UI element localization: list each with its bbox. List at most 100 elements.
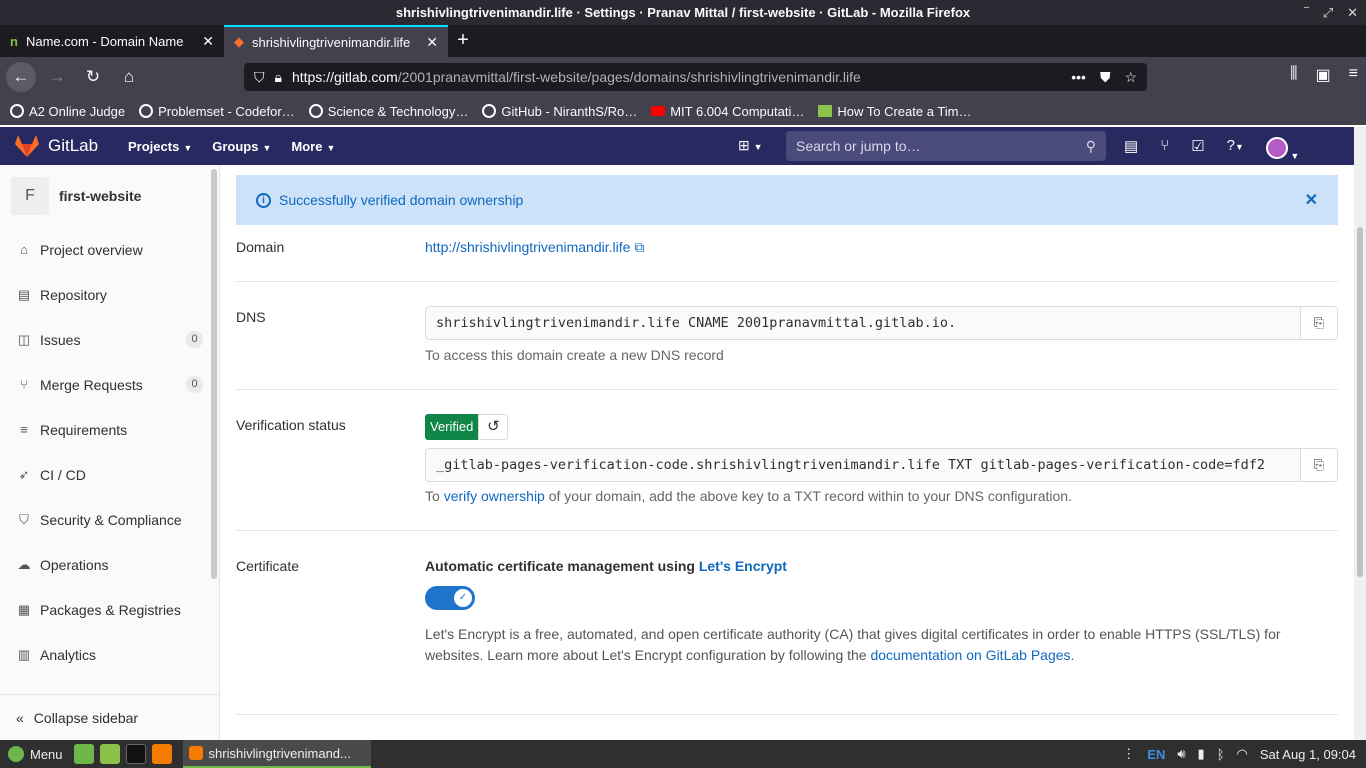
page-actions-icon[interactable]: •••	[1071, 69, 1086, 86]
verification-row: Verification status Verified ↺ _gitlab-p…	[236, 390, 1338, 531]
tab-strip: n Name.com - Domain Name ✕ ◆ shrishivlin…	[0, 25, 1366, 57]
verification-record-field[interactable]: _gitlab-pages-verification-code.shrishiv…	[425, 448, 1338, 482]
page-scrollbar[interactable]	[1354, 127, 1366, 740]
menu-groups[interactable]: Groups ▼	[212, 139, 271, 154]
tab-namecom[interactable]: n Name.com - Domain Name ✕	[0, 25, 224, 57]
sidebar-item-analytics[interactable]: ▥ Analytics	[0, 632, 219, 677]
doc-icon: ▤	[17, 286, 31, 302]
bookmark-item[interactable]: How To Create a Tim…	[818, 104, 972, 119]
tab-label: Name.com - Domain Name	[25, 33, 184, 49]
show-desktop-icon[interactable]	[73, 744, 94, 764]
wifi-icon[interactable]: ◠	[1237, 746, 1248, 762]
mr-count-badge: 0	[186, 376, 203, 393]
sidebar-item-issues[interactable]: ◫ Issues 0	[0, 317, 219, 362]
library-icon[interactable]: ⫼	[1290, 65, 1297, 85]
reload-icon[interactable]: ↻	[78, 62, 108, 92]
help-icon[interactable]: ?▼	[1227, 137, 1244, 163]
new-item-dropdown[interactable]: ⊞ ▼	[738, 137, 763, 154]
sidebar-item-requirements[interactable]: ≡ Requirements	[0, 407, 219, 452]
domain-link[interactable]: http://shrishivlingtrivenimandir.life ⧉	[425, 239, 644, 256]
close-tab-icon[interactable]: ✕	[202, 33, 214, 50]
sidebar-scrollbar[interactable]	[211, 169, 217, 579]
check-icon: ✓	[454, 589, 472, 607]
gitlab-brand: GitLab	[48, 136, 99, 155]
search-input[interactable]: Search or jump to… ⚲	[786, 131, 1106, 161]
chart-favicon-icon	[818, 105, 833, 117]
lets-encrypt-link[interactable]: Let's Encrypt	[699, 558, 787, 574]
collapse-sidebar-button[interactable]: « Collapse sidebar	[0, 694, 219, 740]
verified-badge: Verified	[425, 414, 479, 440]
copy-icon[interactable]: ⎘	[1300, 307, 1337, 339]
copy-icon[interactable]: ⎘	[1300, 449, 1337, 481]
sidebar-item-project-overview[interactable]: ⌂ Project overview	[0, 227, 219, 272]
window-title: shrishivlingtrivenimandir.life · Setting…	[395, 5, 971, 20]
close-window-icon[interactable]: ✕	[1347, 0, 1358, 25]
documentation-link[interactable]: documentation on GitLab Pages	[870, 647, 1070, 663]
gitlab-logo[interactable]: GitLab	[0, 134, 120, 158]
dns-help-text: To access this domain create a new DNS r…	[425, 347, 724, 363]
verification-label: Verification status	[236, 417, 346, 433]
keyboard-layout[interactable]: EN	[1147, 747, 1165, 762]
menu-projects[interactable]: Projects ▼	[128, 139, 192, 154]
close-tab-icon[interactable]: ✕	[426, 34, 438, 51]
dns-record-field[interactable]: shrishivlingtrivenimandir.life CNAME 200…	[425, 306, 1338, 340]
home-icon[interactable]: ⌂	[114, 62, 144, 92]
cloud-icon: ☁	[17, 556, 31, 572]
overflow-icon[interactable]: ⋮	[1122, 746, 1135, 762]
back-icon[interactable]: ←	[6, 62, 36, 92]
globe-icon	[308, 104, 323, 118]
files-icon[interactable]	[99, 744, 120, 764]
merge-requests-nav-icon[interactable]: ⑂	[1160, 137, 1169, 163]
hamburger-menu-icon[interactable]: ≡	[1349, 65, 1358, 85]
navigation-toolbar: ← → ↻ ⌂ ⛉ 🔒︎ https://gitlab.com/2001pran…	[0, 57, 1366, 97]
terminal-icon[interactable]	[125, 744, 146, 764]
sidebar-item-merge-requests[interactable]: ⑂ Merge Requests 0	[0, 362, 219, 407]
url-path: /2001pranavmittal/first-website/pages/do…	[397, 69, 861, 85]
bookmark-star-icon[interactable]: ☆	[1124, 69, 1137, 86]
retry-verification-icon[interactable]: ↺	[478, 414, 509, 440]
menu-more[interactable]: More ▼	[291, 139, 335, 154]
main-content: i Successfully verified domain ownership…	[220, 165, 1354, 740]
pocket-icon[interactable]: ⛊	[1100, 69, 1111, 86]
auto-cert-toggle[interactable]: ✓	[425, 586, 475, 610]
bookmark-item[interactable]: Problemset - Codefor…	[139, 104, 295, 119]
taskbar-window-firefox[interactable]: shrishivlingtrivenimand...	[182, 740, 371, 768]
info-icon: i	[256, 192, 271, 208]
user-menu[interactable]: ▼	[1265, 137, 1299, 163]
new-tab-icon[interactable]: +	[448, 25, 478, 57]
forward-icon[interactable]: →	[42, 62, 72, 92]
sidebar-item-packages[interactable]: ▦ Packages & Registries	[0, 587, 219, 632]
sidebar-item-repository[interactable]: ▤ Repository	[0, 272, 219, 317]
sidebar-item-security[interactable]: ⛉ Security & Compliance	[0, 497, 219, 542]
shield-icon[interactable]: ⛉	[254, 69, 265, 86]
clock[interactable]: Sat Aug 1, 09:04	[1260, 747, 1356, 762]
battery-icon[interactable]: ▮	[1198, 746, 1205, 762]
firefox-icon[interactable]	[151, 744, 172, 764]
lock-icon[interactable]: 🔒︎	[275, 69, 282, 86]
bluetooth-icon[interactable]: ᛒ	[1217, 747, 1225, 762]
tanuki-icon	[15, 135, 39, 157]
youtube-icon	[651, 106, 666, 116]
todos-icon[interactable]: ☑	[1191, 137, 1204, 163]
sidebar-item-ci-cd[interactable]: ➶ CI / CD	[0, 452, 219, 497]
url-bar[interactable]: ⛉ 🔒︎ https://gitlab.com/2001pranavmittal…	[244, 63, 1147, 91]
bookmark-item[interactable]: GitHub - NiranthS/Ro…	[482, 104, 637, 119]
verify-ownership-link[interactable]: verify ownership	[444, 488, 545, 504]
merge-icon: ⑂	[20, 377, 28, 392]
sidebar-toggle-icon[interactable]: ▣	[1316, 65, 1331, 85]
minimize-icon[interactable]: ‾	[1304, 0, 1308, 25]
volume-icon[interactable]: 🔊︎	[1177, 746, 1185, 762]
bookmark-item[interactable]: A2 Online Judge	[10, 104, 125, 119]
sidebar-item-operations[interactable]: ☁ Operations	[0, 542, 219, 587]
external-link-icon: ⧉	[634, 239, 645, 255]
project-header[interactable]: F first-website	[0, 165, 219, 227]
close-icon[interactable]: ✕	[1305, 190, 1318, 210]
bookmark-item[interactable]: MIT 6.004 Computati…	[651, 104, 804, 119]
start-menu-button[interactable]: Menu	[0, 746, 71, 762]
tab-gitlab[interactable]: ◆ shrishivlingtrivenimandir.life ✕	[224, 25, 448, 57]
scrollbar-thumb[interactable]	[1357, 227, 1363, 577]
certificate-description: Let's Encrypt is a free, automated, and …	[425, 626, 1281, 663]
restore-icon[interactable]: ⤢	[1323, 0, 1333, 25]
bookmark-item[interactable]: Science & Technology…	[308, 104, 468, 119]
issues-nav-icon[interactable]: ▤	[1124, 137, 1138, 163]
